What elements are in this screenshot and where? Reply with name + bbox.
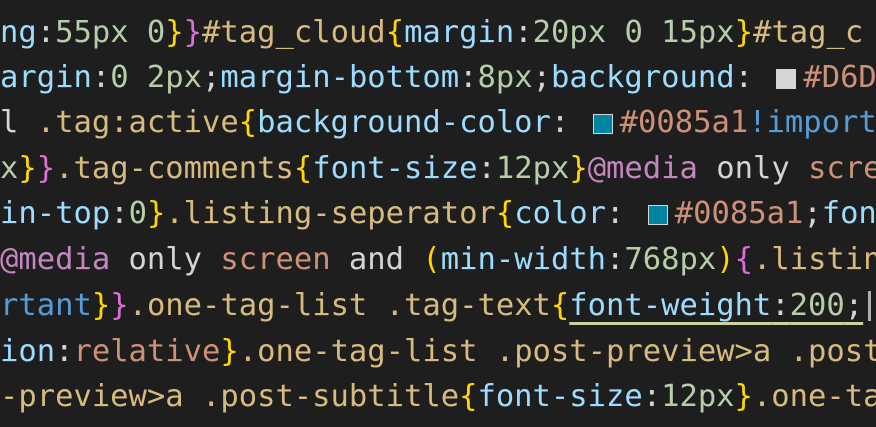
- code-token: .one-tag-list .post-preview>a .post: [238, 334, 876, 369]
- code-token: font-size: [312, 151, 478, 186]
- color-swatch-icon[interactable]: [592, 114, 613, 134]
- code-token: :: [55, 334, 74, 369]
- code-token: :: [459, 60, 478, 95]
- code-line[interactable]: rtant}}.one-tag-list .tag-text{font-weig…: [0, 283, 863, 329]
- code-token: :: [642, 379, 662, 414]
- code-editor[interactable]: ng:55px 0}}#tag_cloud{margin:20px 0 15px…: [0, 0, 876, 427]
- code-token: :: [110, 196, 129, 231]
- code-token: .one-tag-list .tag-text: [128, 288, 551, 323]
- code-line[interactable]: -preview>a .post-subtitle{font-size:12px…: [0, 374, 876, 420]
- code-token: only: [110, 242, 221, 277]
- code-token: 0 2px: [110, 60, 203, 95]
- code-token: :: [734, 60, 772, 95]
- code-token: }: [734, 379, 753, 414]
- code-token: :: [550, 105, 588, 140]
- code-line[interactable]: @media only screen and (min-width:768px)…: [0, 237, 876, 283]
- code-line[interactable]: in-top:0}.listing-seperator{color: #0085…: [0, 191, 876, 237]
- code-token: min-width: [440, 242, 607, 277]
- code-token: ng: [0, 15, 37, 50]
- code-token: .listing-seperator: [165, 196, 496, 231]
- code-token: 12px: [661, 379, 735, 414]
- code-token: font: [821, 196, 876, 231]
- code-token: .listin: [752, 242, 876, 277]
- color-swatch-icon[interactable]: [776, 69, 797, 89]
- code-token: {: [238, 105, 258, 140]
- code-token: .tag-comments: [55, 151, 294, 186]
- code-token: font-weight: [569, 288, 772, 323]
- code-token: 55px 0: [55, 15, 166, 50]
- code-token: }: [734, 15, 753, 50]
- code-token: 0: [128, 196, 147, 231]
- code-token: (: [422, 242, 441, 277]
- code-token: @media: [587, 151, 698, 186]
- code-token: #tag_c: [753, 15, 864, 50]
- code-token: }: [18, 151, 37, 186]
- code-token: 12px: [495, 151, 570, 186]
- code-token: {: [385, 15, 405, 50]
- code-token: ): [716, 242, 735, 277]
- code-token: argin: [0, 60, 92, 95]
- code-token: screen: [220, 242, 331, 277]
- code-token: 20px 0 15px: [532, 15, 735, 50]
- code-token: :: [91, 60, 111, 95]
- code-token: x: [0, 151, 19, 186]
- code-token: l: [0, 105, 37, 140]
- code-token: in-top: [0, 196, 111, 231]
- code-token: }: [165, 15, 184, 50]
- code-token: ;: [844, 288, 864, 323]
- code-line[interactable]: l .tag:active{background-color: #0085a1!…: [0, 100, 876, 146]
- code-token: .tag:active: [36, 105, 239, 140]
- code-token: :: [36, 15, 56, 50]
- code-token: {: [459, 379, 478, 414]
- code-token: scre: [808, 151, 876, 186]
- code-token: {: [293, 151, 313, 186]
- code-token: }: [183, 15, 203, 50]
- code-token: @media: [0, 242, 111, 277]
- code-token: #0085a1: [674, 196, 804, 231]
- code-token: 8px: [477, 60, 533, 95]
- code-token: }: [91, 288, 111, 323]
- code-token: :: [514, 15, 533, 50]
- code-token: ion: [0, 334, 56, 369]
- code-token: #0085a1: [619, 105, 749, 140]
- code-token: only: [697, 151, 809, 186]
- code-token: ;: [532, 60, 551, 95]
- code-token: relative: [73, 334, 221, 369]
- code-token: ;: [803, 196, 822, 231]
- code-line[interactable]: x}}.tag-comments{font-size:12px}@media o…: [0, 146, 876, 192]
- code-token: }: [220, 334, 239, 369]
- code-line[interactable]: argin:0 2px;margin-bottom:8px;background…: [0, 55, 876, 101]
- code-token: #tag_cloud: [202, 15, 386, 50]
- code-token: :: [771, 288, 790, 323]
- code-token: font-size: [477, 379, 643, 414]
- code-token: :: [477, 151, 496, 186]
- code-token: and: [330, 242, 423, 277]
- code-token: !import: [748, 105, 876, 140]
- code-token: }: [569, 151, 588, 186]
- code-line[interactable]: ion:relative}.one-tag-list .post-preview…: [0, 329, 876, 375]
- code-token: .one-ta: [752, 379, 876, 414]
- code-token: }: [146, 196, 166, 231]
- code-token: -preview>a .post-subtitle: [0, 379, 460, 414]
- code-token: rtant: [0, 288, 92, 323]
- text-cursor: [868, 291, 871, 321]
- code-token: }: [36, 151, 56, 186]
- code-token: {: [550, 288, 570, 323]
- code-token: ;: [202, 60, 221, 95]
- code-token: }: [110, 288, 129, 323]
- code-token: background-color: [257, 105, 551, 140]
- code-token: color: [514, 196, 607, 231]
- code-token: :: [606, 196, 643, 231]
- code-token: 768px: [624, 242, 717, 277]
- code-token: background: [550, 60, 735, 95]
- code-line[interactable]: ng:55px 0}}#tag_cloud{margin:20px 0 15px…: [0, 10, 863, 56]
- code-token: 200: [789, 288, 845, 323]
- code-token: {: [495, 196, 515, 231]
- code-token: margin-bottom: [220, 60, 460, 95]
- code-token: :: [606, 242, 625, 277]
- code-token: #D6D: [803, 60, 876, 95]
- code-token: {: [734, 242, 753, 277]
- color-swatch-icon[interactable]: [647, 205, 668, 225]
- code-token: margin: [404, 15, 515, 50]
